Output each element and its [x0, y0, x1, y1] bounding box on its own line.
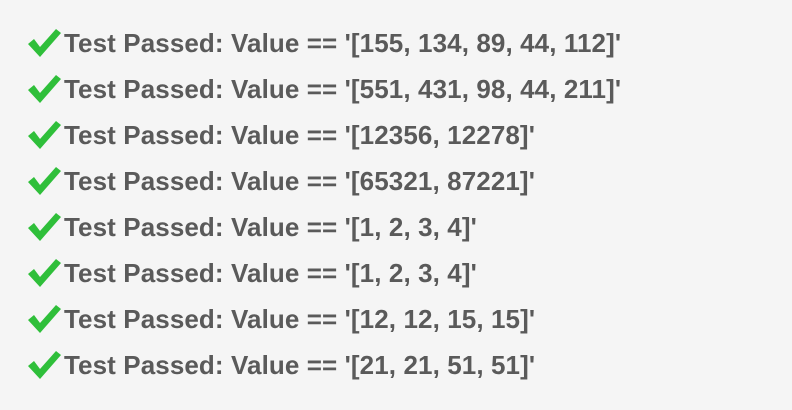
check-icon	[26, 71, 64, 107]
check-icon	[26, 255, 64, 291]
test-result-row: Test Passed: Value == '[65321, 87221]'	[26, 158, 766, 204]
test-results-list: Test Passed: Value == '[155, 134, 89, 44…	[26, 20, 766, 388]
test-result-text: Test Passed: Value == '[551, 431, 98, 44…	[64, 73, 622, 104]
check-icon	[26, 301, 64, 337]
check-icon	[26, 209, 64, 245]
test-result-text: Test Passed: Value == '[155, 134, 89, 44…	[64, 27, 622, 58]
test-result-row: Test Passed: Value == '[12356, 12278]'	[26, 112, 766, 158]
test-result-row: Test Passed: Value == '[21, 21, 51, 51]'	[26, 342, 766, 388]
check-icon	[26, 347, 64, 383]
test-result-row: Test Passed: Value == '[551, 431, 98, 44…	[26, 66, 766, 112]
test-result-text: Test Passed: Value == '[1, 2, 3, 4]'	[64, 257, 477, 288]
test-result-text: Test Passed: Value == '[1, 2, 3, 4]'	[64, 211, 477, 242]
check-icon	[26, 163, 64, 199]
check-icon	[26, 25, 64, 61]
check-icon	[26, 117, 64, 153]
test-result-row: Test Passed: Value == '[155, 134, 89, 44…	[26, 20, 766, 66]
test-result-row: Test Passed: Value == '[1, 2, 3, 4]'	[26, 250, 766, 296]
test-result-text: Test Passed: Value == '[12, 12, 15, 15]'	[64, 303, 536, 334]
test-result-text: Test Passed: Value == '[21, 21, 51, 51]'	[64, 349, 536, 380]
test-result-row: Test Passed: Value == '[1, 2, 3, 4]'	[26, 204, 766, 250]
test-result-text: Test Passed: Value == '[12356, 12278]'	[64, 119, 535, 150]
test-result-text: Test Passed: Value == '[65321, 87221]'	[64, 165, 535, 196]
test-result-row: Test Passed: Value == '[12, 12, 15, 15]'	[26, 296, 766, 342]
